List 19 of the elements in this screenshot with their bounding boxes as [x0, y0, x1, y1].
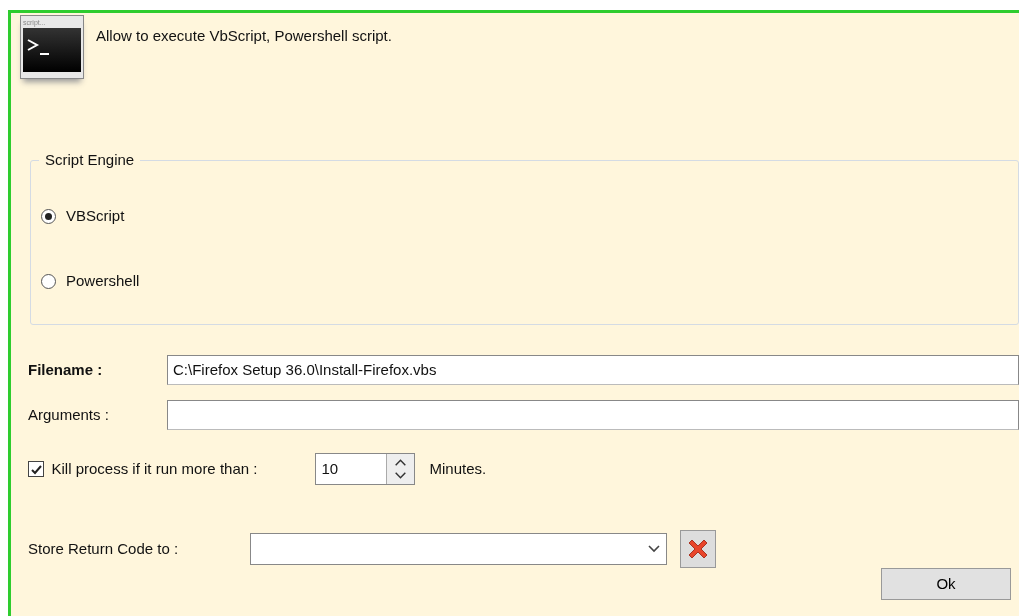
radio-button[interactable] — [41, 208, 56, 224]
filename-label: Filename : — [28, 359, 104, 380]
radio-label: VBScript — [66, 205, 125, 226]
filename-field[interactable]: C:\Firefox Setup 36.0\Install-Firefox.vbs — [167, 355, 1019, 385]
description-text: Allow to execute VbScript, Powershell script. — [96, 26, 392, 46]
spinner-arrows-icon[interactable] — [385, 454, 414, 484]
minutes-label: Minutes. — [429, 458, 487, 479]
chevron-down-icon — [648, 545, 660, 553]
arguments-field[interactable] — [167, 400, 1019, 430]
ok-button[interactable]: Ok — [881, 568, 1011, 600]
clear-button[interactable] — [680, 530, 716, 568]
return-code-dropdown[interactable] — [250, 533, 667, 565]
kill-process-label: Kill process if it run more than : — [51, 458, 259, 479]
radio-label: Powershell — [66, 270, 140, 291]
radio-button[interactable] — [41, 273, 56, 289]
arguments-label: Arguments : — [28, 404, 110, 425]
checkbox[interactable] — [28, 461, 44, 477]
minutes-spinner[interactable]: 10 — [314, 453, 415, 485]
store-return-code-label: Store Return Code to : — [28, 538, 180, 559]
